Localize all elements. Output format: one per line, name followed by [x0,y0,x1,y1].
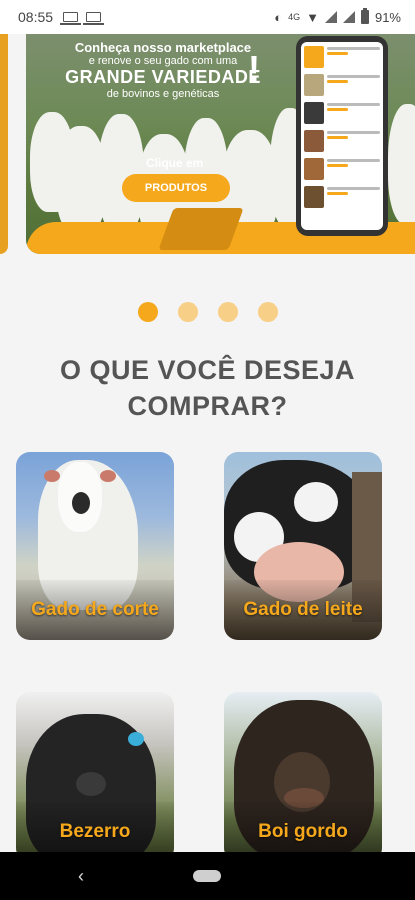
banner-headline: Conheça nosso marketplace e renove o seu… [48,40,278,100]
carousel-dot-4[interactable] [257,302,278,322]
category-label: Gado de leite [224,580,382,640]
banner-exclamation: ! [248,48,260,89]
category-card-bezerro[interactable]: Bezerro [16,692,174,862]
carousel-indicator [0,302,415,322]
signal-icon [342,11,355,23]
laptop-icon [60,12,82,25]
carousel-dot-1[interactable] [137,302,158,322]
category-card-gado-de-leite[interactable]: Gado de leite [224,452,382,640]
banner-line-1: Conheça nosso marketplace [74,40,252,55]
carousel-dot-2[interactable] [177,302,198,322]
network-type-label: 4G [288,12,301,22]
wifi-icon: ▼ [306,9,319,25]
category-card-boi-gordo[interactable]: Boi gordo [224,692,382,862]
carousel-dot-3[interactable] [217,302,238,322]
notification-icons [60,12,105,25]
signal-icon [324,11,337,23]
produtos-button[interactable]: PRODUTOS [122,174,230,202]
banner-line-4: de bovinos e genéticas [106,88,220,100]
phone-mockup-image [296,36,388,236]
banner-line-2: e renove o seu gado com uma [88,55,238,67]
banner-cta-text: Clique em [146,156,204,170]
system-icons: ◐ 4G ▼ 91% [274,8,401,25]
banner-line-3: GRANDE VARIEDADE [65,67,261,87]
status-bar: 08:55 ◐ 4G ▼ 91% [0,0,415,34]
banner-carousel[interactable]: Conheça nosso marketplace e renove o seu… [0,34,415,260]
back-icon[interactable]: ‹ [78,866,84,887]
previous-banner-peek[interactable] [0,34,8,254]
battery-percent: 91% [374,9,401,25]
laptop-icon [83,12,105,25]
battery-icon [360,8,369,24]
home-pill-icon[interactable] [193,870,221,882]
category-label: Gado de corte [16,580,174,640]
system-navigation-bar: ‹ [0,852,415,900]
vibrate-icon: ◐ [274,9,283,25]
marketplace-banner[interactable]: Conheça nosso marketplace e renove o seu… [26,34,415,254]
section-title: O QUE VOCÊ DESEJA COMPRAR? [59,355,356,421]
category-card-gado-de-corte[interactable]: Gado de corte [16,452,174,640]
status-time: 08:55 [18,9,54,25]
